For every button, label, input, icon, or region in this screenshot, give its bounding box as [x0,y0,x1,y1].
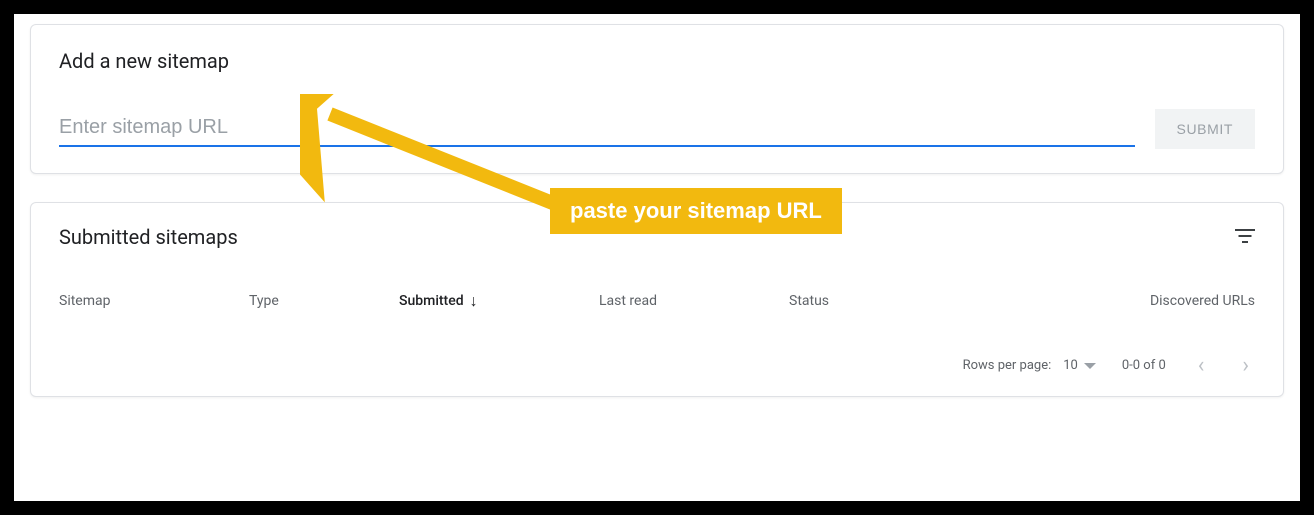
table-pager: Rows per page: 10 0-0 of 0 ‹ › [59,353,1255,378]
add-sitemap-title: Add a new sitemap [59,49,1255,73]
previous-page-button[interactable]: ‹ [1192,353,1211,378]
submitted-sitemaps-title: Submitted sitemaps [59,225,238,249]
column-submitted-label: Submitted [399,293,464,309]
sitemap-url-input[interactable] [59,112,1135,147]
next-page-button[interactable]: › [1236,353,1255,378]
column-last-read[interactable]: Last read [599,293,789,309]
column-status[interactable]: Status [789,293,1085,309]
rows-per-page-value: 10 [1063,358,1078,373]
column-type[interactable]: Type [249,293,399,309]
table-header-row: Sitemap Type Submitted ↓ Last read Statu… [59,293,1255,353]
page-range: 0-0 of 0 [1122,358,1166,373]
column-submitted[interactable]: Submitted ↓ [399,293,599,309]
submit-button[interactable]: SUBMIT [1155,109,1256,149]
rows-per-page-label: Rows per page: [963,358,1052,373]
sort-descending-icon: ↓ [470,293,478,309]
chevron-down-icon [1084,363,1096,369]
column-sitemap[interactable]: Sitemap [59,293,249,309]
add-sitemap-card: Add a new sitemap SUBMIT [30,24,1284,174]
annotation-callout: paste your sitemap URL [550,188,842,234]
column-discovered-urls[interactable]: Discovered URLs [1085,293,1255,309]
filter-icon[interactable] [1235,227,1255,247]
rows-per-page-select[interactable]: 10 [1063,358,1096,373]
add-sitemap-row: SUBMIT [59,109,1255,149]
